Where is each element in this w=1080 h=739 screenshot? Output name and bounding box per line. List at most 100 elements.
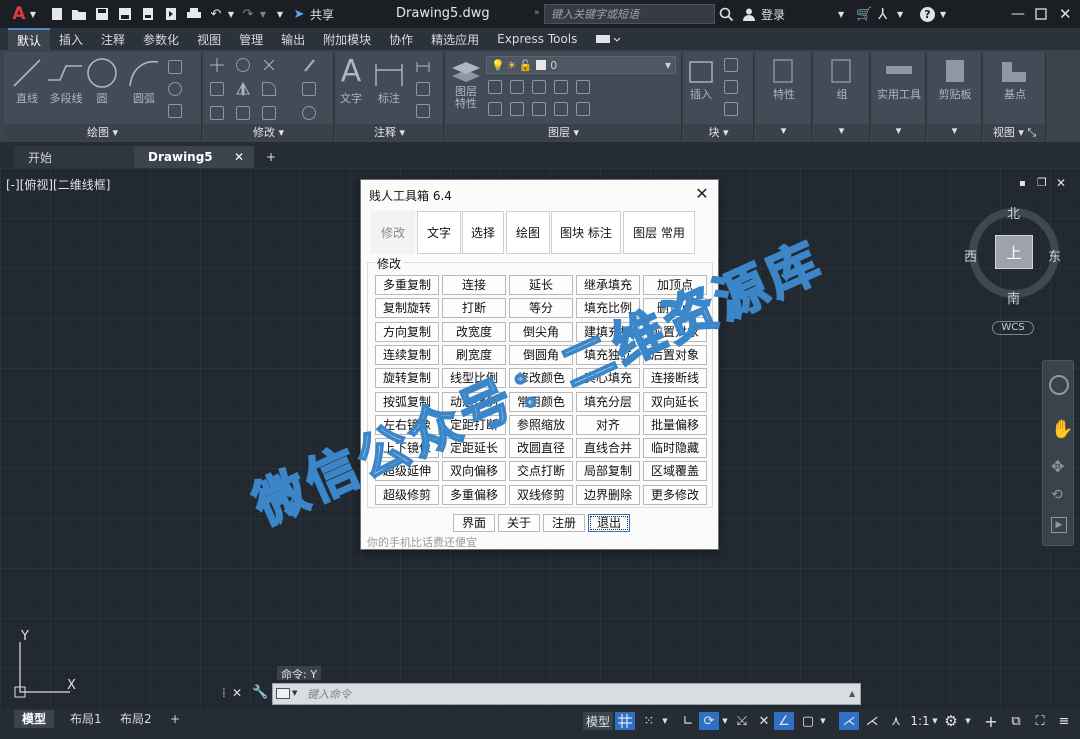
isodraft-icon[interactable]: ⤩ xyxy=(732,712,752,730)
function-button[interactable]: 批量偏移 xyxy=(643,415,707,435)
pan-icon[interactable]: ✋ xyxy=(1051,419,1073,440)
function-button[interactable]: 修改颜色 xyxy=(509,368,573,388)
tab-annotate[interactable]: 注释 xyxy=(92,28,134,50)
block-attribute-icon[interactable] xyxy=(724,102,738,116)
view-panel-title[interactable]: 视图 ▾ ⤡ xyxy=(984,124,1045,140)
snap-dropdown-icon[interactable]: ▼ xyxy=(660,712,670,730)
new-file-icon[interactable] xyxy=(48,0,66,28)
function-button[interactable]: 填充比例 xyxy=(576,298,640,318)
function-button[interactable]: 更多修改 xyxy=(643,485,707,505)
command-close-icon[interactable]: ✕ xyxy=(232,686,242,700)
function-button[interactable]: 延长 xyxy=(509,275,573,295)
category-select[interactable]: 选择 xyxy=(462,211,504,254)
function-button[interactable]: 双向延长 xyxy=(643,392,707,412)
login-dropdown-icon[interactable]: ▼ xyxy=(838,4,844,24)
annotation-scale-icon[interactable]: ⋏ xyxy=(886,712,906,730)
modify-panel-title[interactable]: 修改 ▾ xyxy=(204,124,333,140)
function-button[interactable]: 局部复制 xyxy=(576,461,640,481)
redo-icon[interactable]: ↷ xyxy=(240,0,256,28)
function-button[interactable]: 线型比例 xyxy=(442,368,506,388)
function-button[interactable]: 打断 xyxy=(442,298,506,318)
layer-tool-7-icon[interactable] xyxy=(510,102,524,116)
hatch-tool-icon[interactable] xyxy=(168,82,182,96)
search-expand-icon[interactable]: » xyxy=(534,8,540,18)
undo-dropdown-icon[interactable]: ▼ xyxy=(226,0,236,28)
function-button[interactable]: 连接断线 xyxy=(643,368,707,388)
object-snap-icon[interactable]: ∠ xyxy=(774,712,794,730)
save-icon[interactable] xyxy=(93,0,111,28)
category-block-dimension[interactable]: 图块 标注 xyxy=(551,211,621,254)
ribbon-display-toggle-icon[interactable] xyxy=(586,28,630,50)
erase-icon[interactable] xyxy=(302,58,316,72)
tab-express-tools[interactable]: Express Tools xyxy=(488,28,586,50)
clipboard-panel[interactable]: 剪贴板 ▾ xyxy=(928,52,982,140)
stretch-icon[interactable] xyxy=(210,106,224,120)
share-label[interactable]: 共享 xyxy=(309,0,335,28)
auto-scale-icon[interactable]: ⋌ xyxy=(862,712,882,730)
category-draw[interactable]: 绘图 xyxy=(506,211,550,254)
function-button[interactable]: 动态比例 xyxy=(442,392,506,412)
properties-panel[interactable]: 特性 ▾ xyxy=(756,52,812,140)
function-button[interactable]: 加顶点 xyxy=(643,275,707,295)
text-tool[interactable]: A 文字 xyxy=(336,54,366,106)
layout-tab-1[interactable]: 布局1 xyxy=(62,710,110,728)
share-icon[interactable]: ➤ xyxy=(291,0,307,28)
compass-west[interactable]: 西 xyxy=(964,246,977,265)
workspace-dropdown-icon[interactable]: ▼ xyxy=(963,712,973,730)
layout-tab-model[interactable]: 模型 xyxy=(14,710,55,728)
compass-south[interactable]: 南 xyxy=(1007,288,1020,307)
open-file-icon[interactable] xyxy=(70,0,88,28)
function-button[interactable]: 旋转复制 xyxy=(375,368,439,388)
layers-panel-title[interactable]: 图层 ▾ xyxy=(446,124,681,140)
lineweight-icon[interactable]: ▢ xyxy=(798,712,818,730)
about-button[interactable]: 关于 xyxy=(498,514,540,532)
layer-tool-2-icon[interactable] xyxy=(510,80,524,94)
leader-icon[interactable] xyxy=(416,82,430,96)
annotation-monitor-icon[interactable]: + xyxy=(981,712,1001,731)
undo-icon[interactable]: ↶ xyxy=(208,0,224,28)
function-button[interactable]: 倒圆角 xyxy=(509,345,573,365)
new-tab-button[interactable]: + xyxy=(258,146,284,168)
function-button[interactable]: 多重复制 xyxy=(375,275,439,295)
tab-default[interactable]: 默认 xyxy=(8,28,51,50)
layer-properties-tool[interactable]: 图层 特性 xyxy=(448,54,484,110)
close-tab-icon[interactable]: ✕ xyxy=(234,150,244,164)
command-history-expand-icon[interactable]: ▲ xyxy=(849,689,855,698)
function-button[interactable]: 填充分层 xyxy=(576,392,640,412)
search-icon[interactable] xyxy=(719,4,733,24)
insert-block-tool[interactable]: 插入 xyxy=(684,56,718,102)
line-tool[interactable]: 直线 xyxy=(10,56,44,106)
viewport-restore-icon[interactable]: ❐ xyxy=(1037,176,1047,189)
compass-north[interactable]: 北 xyxy=(1007,203,1020,222)
function-button[interactable]: 倒尖角 xyxy=(509,322,573,342)
function-button[interactable]: 参照缩放 xyxy=(509,415,573,435)
function-button[interactable]: 上下镜像 xyxy=(375,438,439,458)
edit-block-icon[interactable] xyxy=(724,80,738,94)
rectangle-tool-icon[interactable] xyxy=(168,60,182,74)
layer-tool-8-icon[interactable] xyxy=(532,102,546,116)
function-button[interactable]: 连接 xyxy=(442,275,506,295)
annotation-scale-value[interactable]: 1:1 xyxy=(908,712,932,730)
annotation-panel-title[interactable]: 注释 ▾ xyxy=(336,124,443,140)
recent-commands-dropdown-icon[interactable]: ▼ xyxy=(292,689,297,697)
annotation-visibility-icon[interactable]: ⋌ xyxy=(839,712,859,730)
steering-wheel-icon[interactable] xyxy=(1049,375,1069,395)
interface-button[interactable]: 界面 xyxy=(453,514,495,532)
layer-tool-9-icon[interactable] xyxy=(554,102,568,116)
ortho-icon[interactable]: ∟ xyxy=(678,712,698,730)
tab-collaborate[interactable]: 协作 xyxy=(380,28,422,50)
table-tool-icon[interactable] xyxy=(168,104,182,118)
utilities-panel[interactable]: 实用工具 ▾ xyxy=(872,52,926,140)
customize-statusbar-icon[interactable]: ≡ xyxy=(1054,712,1074,730)
category-layer-common[interactable]: 图层 常用 xyxy=(623,211,695,254)
minimize-icon[interactable]: — xyxy=(1011,4,1025,24)
function-button[interactable]: 改宽度 xyxy=(442,322,506,342)
app-store-icon[interactable]: 🛒 xyxy=(856,4,872,24)
tab-insert[interactable]: 插入 xyxy=(50,28,92,50)
lineweight-dropdown-icon[interactable]: ▼ xyxy=(818,712,828,730)
dialog-close-icon[interactable]: ✕ xyxy=(692,184,712,204)
scale-icon[interactable] xyxy=(236,106,250,120)
function-button[interactable]: 继承填充 xyxy=(576,275,640,295)
layer-tool-1-icon[interactable] xyxy=(488,80,502,94)
function-button[interactable]: 常用颜色 xyxy=(509,392,573,412)
